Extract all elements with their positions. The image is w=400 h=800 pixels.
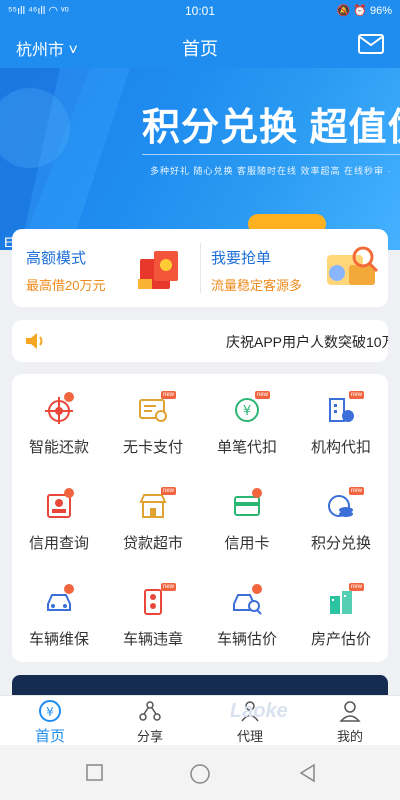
promo-left-title: 高额模式 bbox=[26, 250, 87, 267]
speaker-icon bbox=[26, 333, 43, 349]
service-label: 智能还款 bbox=[28, 439, 89, 456]
service-label: 车辆违章 bbox=[122, 631, 183, 648]
service-label: 机构代扣 bbox=[310, 439, 371, 456]
service-loan-market[interactable]: new 贷款超市 bbox=[106, 470, 200, 566]
svg-text:¥: ¥ bbox=[46, 705, 54, 719]
service-label: 积分兑换 bbox=[310, 535, 371, 552]
hot-badge bbox=[64, 392, 74, 402]
promo-right-subtitle: 流量稳定客源多 bbox=[211, 278, 303, 293]
share-icon bbox=[139, 701, 161, 721]
banner-subline: 多种好礼 随心兑换 客服随时在线 效率超高 在线秒审 · bbox=[150, 166, 392, 176]
card-check-icon bbox=[139, 399, 167, 422]
red-envelope-icon bbox=[138, 251, 178, 289]
tab-label: 代理 bbox=[236, 729, 263, 744]
hot-badge bbox=[252, 584, 262, 594]
status-bar: ⁵⁵ıll ⁴⁶ıll ◠ ᵛᵒ 10:01 🔕 ⏰ 96% bbox=[0, 0, 400, 22]
promo-card: 高额模式 最高借20万元 我要抢单 流量稳定客源多 bbox=[12, 229, 388, 307]
buildings-icon bbox=[330, 591, 352, 614]
service-credit-query[interactable]: 信用查询 bbox=[12, 470, 106, 566]
status-right-indicators: 🔕 ⏰ 96% bbox=[336, 5, 392, 17]
service-label: 房产估价 bbox=[310, 631, 371, 648]
next-card-peek bbox=[12, 675, 388, 695]
service-single-deduct[interactable]: ¥ new 单笔代扣 bbox=[200, 374, 294, 470]
service-label: 车辆维保 bbox=[28, 631, 89, 648]
new-badge: new bbox=[349, 487, 365, 495]
top-navbar: 杭州市 ˅ 首页 bbox=[0, 22, 400, 68]
watermark: Laoke bbox=[230, 700, 288, 722]
service-label: 单笔代扣 bbox=[216, 439, 277, 456]
service-smart-repay[interactable]: 智能还款 bbox=[12, 374, 106, 470]
tab-share[interactable]: 分享 bbox=[100, 696, 200, 746]
home-circle-icon[interactable] bbox=[189, 763, 211, 785]
service-property-valuation[interactable]: new 房产估价 bbox=[294, 566, 388, 662]
service-car-valuation[interactable]: 车辆估价 bbox=[200, 566, 294, 662]
shop-icon bbox=[139, 494, 167, 518]
services-grid: 智能还款 new 无卡支付 ¥ new 单笔代扣 new 机构代扣 信用查询 n… bbox=[12, 374, 388, 662]
hot-badge bbox=[64, 488, 74, 498]
page-title: 首页 bbox=[182, 39, 218, 59]
bottom-tabbar: ¥ 首页 分享 代理 我的 Laoke bbox=[0, 695, 400, 746]
home-yuan-icon: ¥ bbox=[39, 700, 61, 722]
hot-badge bbox=[252, 488, 262, 498]
traffic-light-icon bbox=[144, 589, 162, 615]
system-navigation-bar bbox=[0, 745, 400, 800]
service-car-maintenance[interactable]: 车辆维保 bbox=[12, 566, 106, 662]
notice-bar[interactable]: 庆祝APP用户人数突破10万 bbox=[12, 320, 388, 362]
coins-magnifier-icon bbox=[327, 246, 379, 285]
new-badge: new bbox=[255, 391, 271, 399]
user-icon bbox=[339, 701, 361, 722]
new-badge: new bbox=[161, 487, 177, 495]
new-badge: new bbox=[349, 583, 365, 591]
banner-headline: 积分兑换 超值优 bbox=[142, 107, 400, 149]
service-points-exchange[interactable]: new 积分兑换 bbox=[294, 470, 388, 566]
yuan-cycle-icon: ¥ bbox=[235, 398, 259, 422]
new-badge: new bbox=[161, 583, 177, 591]
tab-mine[interactable]: 我的 bbox=[300, 696, 400, 746]
service-credit-card[interactable]: 信用卡 bbox=[200, 470, 294, 566]
recents-icon[interactable] bbox=[86, 764, 104, 782]
tab-label: 分享 bbox=[136, 729, 163, 744]
tab-home[interactable]: ¥ 首页 bbox=[0, 696, 100, 746]
back-icon[interactable] bbox=[298, 763, 316, 783]
promo-left-subtitle: 最高借20万元 bbox=[26, 278, 106, 293]
service-label: 贷款超市 bbox=[122, 535, 183, 552]
new-badge: new bbox=[349, 391, 365, 399]
mail-icon[interactable] bbox=[358, 34, 384, 54]
notice-text: 庆祝APP用户人数突破10万 bbox=[226, 334, 388, 350]
promo-banner[interactable]: 积分兑换 超值优 多种好礼 随心兑换 客服随时在线 效率超高 在线秒审 · ET bbox=[0, 68, 400, 250]
coins-icon bbox=[328, 495, 353, 517]
building-icon bbox=[329, 398, 354, 422]
banner-divider bbox=[142, 154, 400, 155]
service-label: 车辆估价 bbox=[216, 631, 277, 648]
service-cardless-pay[interactable]: new 无卡支付 bbox=[106, 374, 200, 470]
promo-left[interactable]: 高额模式 最高借20万元 bbox=[12, 229, 200, 307]
service-label: 无卡支付 bbox=[122, 439, 183, 456]
svg-text:¥: ¥ bbox=[243, 404, 251, 419]
service-label: 信用查询 bbox=[28, 535, 89, 552]
promo-right[interactable]: 我要抢单 流量稳定客源多 bbox=[201, 229, 388, 307]
service-label: 信用卡 bbox=[224, 535, 270, 552]
tab-label: 首页 bbox=[34, 728, 65, 745]
service-institution-deduct[interactable]: new 机构代扣 bbox=[294, 374, 388, 470]
hot-badge bbox=[64, 584, 74, 594]
new-badge: new bbox=[161, 391, 177, 399]
promo-right-title: 我要抢单 bbox=[211, 250, 272, 267]
service-car-violation[interactable]: new 车辆违章 bbox=[106, 566, 200, 662]
tab-label: 我的 bbox=[336, 729, 363, 744]
